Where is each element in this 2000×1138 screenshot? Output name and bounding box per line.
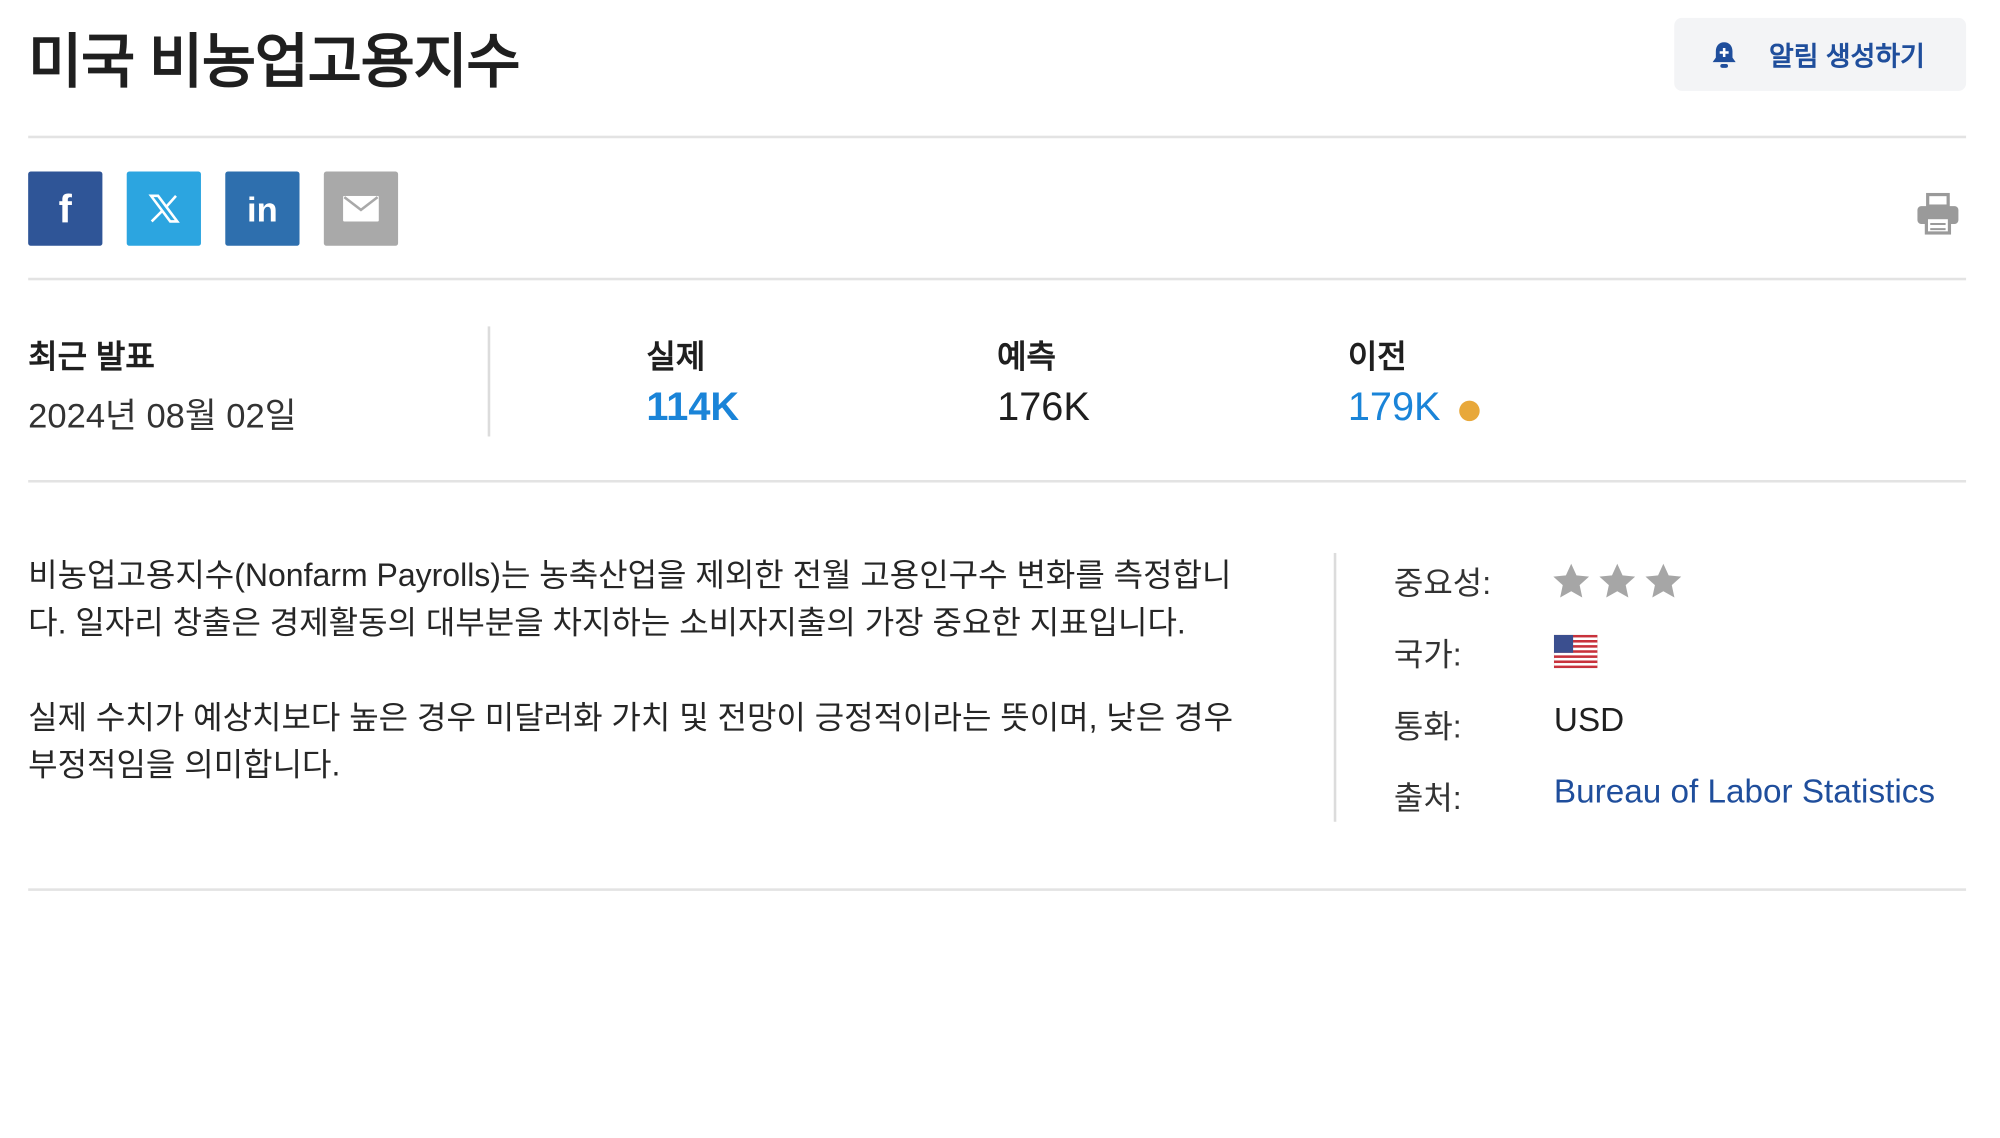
star-icon — [1645, 563, 1682, 598]
divider — [28, 135, 1967, 139]
currency-label: 통화: — [1393, 709, 1462, 745]
linkedin-icon: in — [247, 191, 278, 226]
revision-dot — [1459, 400, 1480, 422]
previous-value: 179K — [1347, 384, 1441, 429]
divider — [1333, 552, 1337, 822]
source-label: 출처: — [1393, 780, 1462, 817]
divider — [28, 480, 1967, 483]
actual-label: 실제 — [646, 339, 706, 376]
mail-icon — [343, 195, 379, 222]
facebook-icon: f — [59, 188, 73, 229]
x-icon — [148, 194, 180, 223]
previous-label: 이전 — [1347, 339, 1407, 376]
star-icon — [1553, 563, 1590, 598]
svg-text:f: f — [59, 188, 73, 229]
printer-icon[interactable] — [1916, 192, 1960, 236]
source-link[interactable]: Bureau of Labor Statistics — [1554, 772, 1935, 812]
importance-label: 중요성: — [1393, 565, 1492, 602]
forecast-value: 176K — [997, 384, 1090, 429]
x-share-button[interactable] — [126, 171, 201, 246]
indicator-description: 비농업고용지수(Nonfarm Payrolls)는 농축산업을 제외한 전월 … — [28, 553, 1238, 837]
divider — [487, 326, 491, 437]
latest-release-date: 2024년 08월 02일 — [28, 396, 297, 436]
actual-value: 114K — [646, 384, 740, 429]
forecast-label: 예측 — [997, 339, 1057, 376]
economic-indicator-page: 미국 비농업고용지수 알림 생성하기 f in 최근 발표 2024년 08월 … — [28, 0, 1967, 896]
description-paragraph: 실제 수치가 예상치보다 높은 경우 미달러화 가치 및 전망이 긍정적이라는 … — [28, 700, 1234, 784]
country-label: 국가: — [1393, 637, 1462, 674]
divider — [28, 277, 1967, 281]
facebook-share-button[interactable]: f — [28, 171, 103, 246]
description-paragraph: 비농업고용지수(Nonfarm Payrolls)는 농축산업을 제외한 전월 … — [28, 558, 1232, 642]
bell-plus-icon — [1712, 41, 1736, 68]
importance-stars — [1551, 562, 1683, 600]
page-title: 미국 비농업고용지수 — [28, 28, 520, 95]
create-alert-label: 알림 생성하기 — [1768, 41, 1925, 72]
star-icon — [1599, 563, 1636, 598]
email-share-button[interactable] — [323, 171, 399, 246]
linkedin-share-button[interactable]: in — [225, 171, 300, 246]
currency-value: USD — [1553, 700, 1625, 739]
us-flag-icon — [1553, 634, 1598, 669]
share-bar: f in — [28, 171, 399, 246]
latest-release-label: 최근 발표 — [28, 339, 155, 376]
svg-text:in: in — [247, 191, 278, 226]
create-alert-button[interactable]: 알림 생성하기 — [1674, 17, 1967, 91]
